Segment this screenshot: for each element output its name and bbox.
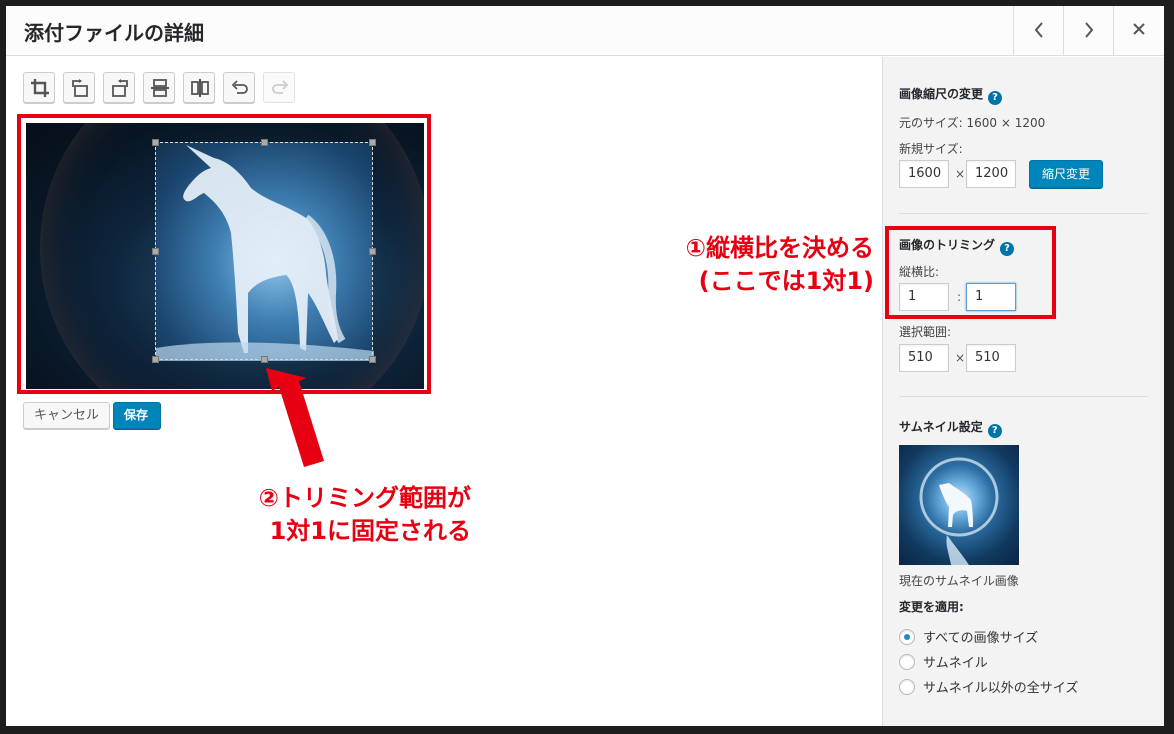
annotation-note-2: ②トリミング範囲が 1対1に固定される [196, 482, 471, 548]
attachment-details-modal: 添付ファイルの詳細 キャンセル 保存 ②トリミング範囲が 1対1に固定される ①… [6, 6, 1164, 726]
original-size-text: 元のサイズ: 1600 × 1200 [899, 116, 1046, 130]
crop-handle-bl[interactable] [152, 356, 159, 363]
help-icon[interactable]: ? [988, 91, 1003, 105]
aspect-ratio-label: 縦横比: [899, 265, 940, 279]
apply-changes-label: 変更を適用: [899, 600, 964, 614]
crop-handle-l[interactable] [152, 248, 159, 255]
aspect-height-input[interactable]: 1 [966, 283, 1016, 311]
flip-horizontal-icon [191, 79, 209, 97]
crop-mask-left [26, 142, 155, 360]
crop-button[interactable] [23, 72, 55, 103]
rotate-left-button[interactable] [63, 72, 95, 103]
undo-button[interactable] [223, 72, 255, 103]
cancel-button[interactable]: キャンセル [23, 402, 110, 429]
annotation-note-2-line1: ②トリミング範囲が [258, 484, 471, 512]
chevron-right-icon [1084, 22, 1093, 38]
scale-times-sign: × [955, 167, 966, 181]
scale-section-title: 画像縮尺の変更? [899, 85, 1003, 105]
annotation-image-highlight [17, 114, 431, 394]
unicorn-figure [156, 145, 374, 361]
crop-selection[interactable] [152, 139, 376, 363]
crop-mask-bottom [26, 360, 424, 389]
editing-image [26, 123, 424, 389]
thumbnail-preview [899, 445, 1019, 565]
help-icon[interactable]: ? [987, 424, 1002, 438]
aspect-width-input[interactable]: 1 [899, 283, 949, 311]
selection-height-input[interactable]: 510 [966, 344, 1016, 372]
image-settings-sidebar: 画像縮尺の変更? 元のサイズ: 1600 × 1200 新規サイズ: 1600 … [882, 57, 1164, 726]
new-size-label: 新規サイズ: [899, 142, 963, 156]
next-button[interactable] [1063, 6, 1113, 56]
scale-title-text: 画像縮尺の変更 [899, 87, 984, 101]
apply-option-except-thumbnail[interactable]: サムネイル以外の全サイズ [899, 677, 1078, 696]
crop-handle-t[interactable] [261, 139, 268, 146]
scale-width-input[interactable]: 1600 [899, 160, 949, 188]
rotate-right-icon [112, 79, 128, 97]
apply-option-thumbnail[interactable]: サムネイル [899, 652, 988, 671]
annotation-arrow [266, 368, 324, 467]
radio-button[interactable] [899, 679, 915, 695]
flip-vertical-icon [151, 79, 169, 97]
thumbnail-title-text: サムネイル設定 [899, 420, 983, 434]
annotation-note-1-line1: ①縦横比を決める [685, 234, 874, 262]
undo-icon [231, 80, 248, 94]
thumbnail-unicorn [919, 457, 999, 565]
scale-height-input[interactable]: 1200 [966, 160, 1016, 188]
rotate-right-button[interactable] [103, 72, 135, 103]
thumbnail-section-title: サムネイル設定? [899, 418, 1002, 438]
rotate-left-icon [72, 79, 88, 97]
radio-button[interactable] [899, 654, 915, 670]
apply-option-label: サムネイル以外の全サイズ [923, 681, 1079, 696]
divider [899, 396, 1148, 397]
close-icon [1133, 23, 1145, 35]
crop-handle-br[interactable] [369, 356, 376, 363]
selection-label: 選択範囲: [899, 325, 952, 339]
crop-handle-tl[interactable] [152, 139, 159, 146]
redo-icon [272, 80, 289, 94]
crop-mask-top [26, 123, 424, 142]
annotation-note-1: ①縦横比を決める (ここでは1対1) [606, 232, 874, 298]
apply-option-label: サムネイル [923, 656, 988, 671]
radio-button[interactable] [899, 629, 915, 645]
divider [899, 213, 1148, 214]
redo-button[interactable] [263, 72, 295, 103]
modal-title: 添付ファイルの詳細 [24, 21, 204, 45]
close-button[interactable] [1113, 6, 1164, 56]
selection-times-sign: × [955, 351, 966, 365]
flip-vertical-button[interactable] [143, 72, 175, 103]
scale-button[interactable]: 縮尺変更 [1029, 160, 1103, 188]
previous-button[interactable] [1013, 6, 1063, 56]
crop-section-title: 画像のトリミング? [899, 236, 1015, 256]
aspect-colon: : [957, 290, 962, 304]
apply-option-label: すべての画像サイズ [923, 631, 1039, 646]
save-button[interactable]: 保存 [113, 402, 161, 429]
crop-title-text: 画像のトリミング [899, 238, 996, 252]
image-editor-area: キャンセル 保存 ②トリミング範囲が 1対1に固定される ①縦横比を決める (こ… [6, 57, 882, 726]
crop-handle-tr[interactable] [369, 139, 376, 146]
thumbnail-caption: 現在のサムネイル画像 [899, 574, 1019, 588]
selection-width-input[interactable]: 510 [899, 344, 949, 372]
chevron-left-icon [1034, 22, 1043, 38]
help-icon[interactable]: ? [1000, 242, 1015, 256]
crop-icon [31, 79, 49, 97]
annotation-note-2-line2: 1対1に固定される [269, 517, 471, 545]
crop-mask-right [373, 142, 424, 360]
modal-header: 添付ファイルの詳細 [6, 6, 1164, 56]
flip-horizontal-button[interactable] [183, 72, 215, 103]
crop-handle-r[interactable] [369, 248, 376, 255]
annotation-note-1-line2: (ここでは1対1) [698, 267, 874, 295]
apply-option-all[interactable]: すべての画像サイズ [899, 627, 1038, 646]
